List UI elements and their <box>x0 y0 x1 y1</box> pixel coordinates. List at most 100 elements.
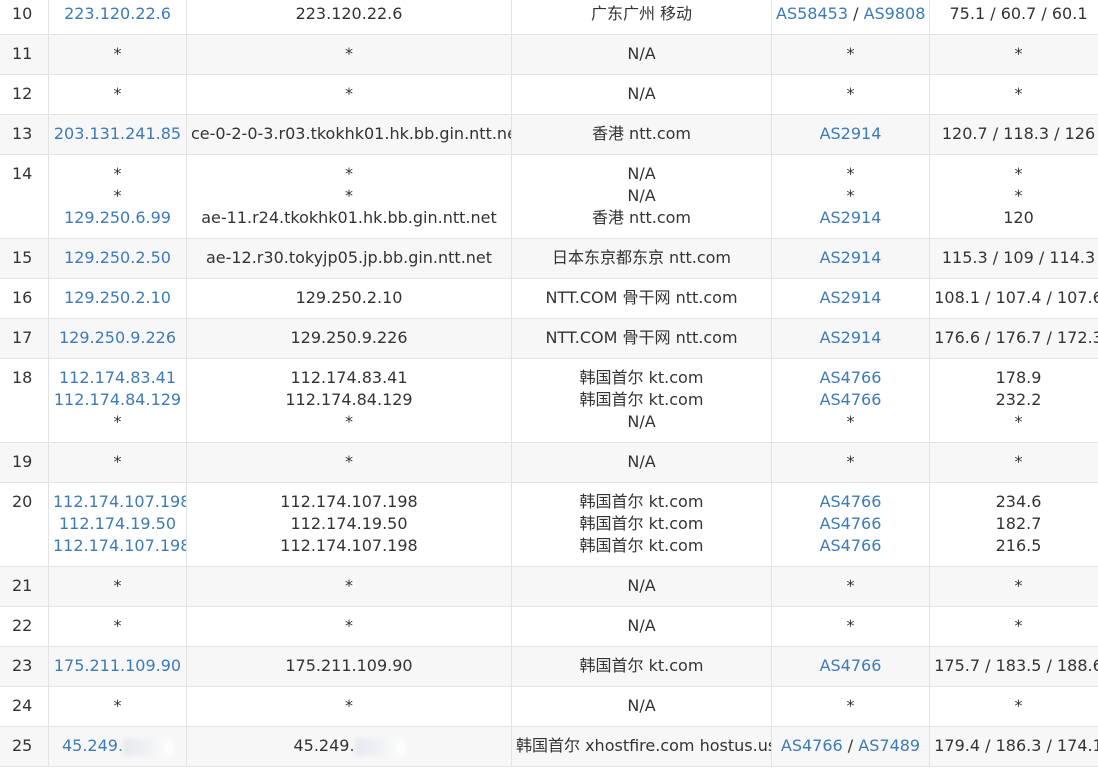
latency-text: 232.2 <box>995 390 1042 409</box>
asn-link[interactable]: AS4766 <box>820 492 882 511</box>
ip-placeholder: * <box>113 412 122 431</box>
ip-placeholder: * <box>113 576 122 595</box>
asn-link[interactable]: AS4766 <box>781 736 843 755</box>
latency-cell: 108.1 / 107.4 / 107.6 <box>929 278 1098 319</box>
ip-link[interactable]: 203.131.241.85 <box>54 124 181 143</box>
ip-link[interactable]: 112.174.84.129 <box>54 390 181 409</box>
location-cell: N/A <box>511 74 772 115</box>
latency-text: 179.4 / 186.3 / 174.1 <box>934 736 1098 755</box>
hostname-text: 223.120.22.6 <box>295 4 403 23</box>
location-cell: 韩国首尔 xhostfire.com hostus.us <box>511 726 772 767</box>
asn-cell: AS58453 / AS9808 <box>771 0 930 35</box>
ip-cell: 112.174.83.41 112.174.84.129 * <box>48 358 187 443</box>
hop-row: 18 112.174.83.41 112.174.84.129 * 112.174.83… <box>0 358 1098 443</box>
ip-line: * <box>53 615 182 637</box>
hostname-cell: 45.249. <box>186 726 512 767</box>
ip-cell: 223.120.22.6 <box>48 0 187 35</box>
hostname-text: 129.250.2.10 <box>295 288 403 307</box>
ip-link[interactable]: 112.174.107.198 <box>53 492 186 511</box>
latency-cell: 234.6 182.7 216.5 <box>929 482 1098 567</box>
latency-text: * <box>1014 44 1023 63</box>
location-text: N/A <box>627 696 656 715</box>
asn-cell: * <box>771 34 930 75</box>
latency-text: 216.5 <box>995 536 1042 555</box>
latency-cell: 75.1 / 60.7 / 60.1 <box>929 0 1098 35</box>
ip-line: 203.131.241.85 <box>53 123 182 145</box>
latency-text: * <box>1014 696 1023 715</box>
location-text: 日本东京都东京 ntt.com <box>551 248 732 267</box>
location-cell: NTT.COM 骨干网 ntt.com <box>511 318 772 359</box>
ip-link[interactable]: 129.250.6.99 <box>64 208 171 227</box>
ip-link[interactable]: 129.250.9.226 <box>59 328 176 347</box>
asn-link[interactable]: AS2914 <box>820 124 882 143</box>
traceroute-table-body: 10 223.120.22.6 223.120.22.6 广东广州 移动 AS58453… <box>0 0 1098 767</box>
asn-link[interactable]: AS4766 <box>820 390 882 409</box>
latency-text: * <box>1014 186 1023 205</box>
latency-text: 182.7 <box>995 514 1042 533</box>
ip-placeholder: * <box>113 84 122 103</box>
hostname-cell: * <box>186 442 512 483</box>
hostname-line: * <box>191 185 507 207</box>
asn-link[interactable]: AS2914 <box>820 288 882 307</box>
hop-row: 21 * * N/A * * <box>0 566 1098 607</box>
asn-link[interactable]: AS4766 <box>820 368 882 387</box>
location-text: 广东广州 移动 <box>590 4 693 23</box>
hostname-line: 223.120.22.6 <box>191 3 507 25</box>
ip-link[interactable]: 112.174.107.198 <box>53 536 186 555</box>
asn-link[interactable]: AS2914 <box>820 248 882 267</box>
hostname-line: 112.174.107.198 <box>191 535 507 557</box>
location-text: N/A <box>627 84 656 103</box>
location-text: N/A <box>627 452 656 471</box>
ip-link[interactable]: 112.174.83.41 <box>59 368 176 387</box>
asn-link[interactable]: AS4766 <box>820 656 882 675</box>
ip-placeholder: * <box>113 696 122 715</box>
hop-number: 20 <box>0 482 49 567</box>
hop-row: 12 * * N/A * * <box>0 74 1098 115</box>
location-cell: 韩国首尔 kt.com 韩国首尔 kt.com N/A <box>511 358 772 443</box>
redacted-blur <box>354 737 405 756</box>
ip-line: 45.249. <box>53 735 182 757</box>
asn-cell: * <box>771 686 930 727</box>
ip-link[interactable]: 112.174.19.50 <box>59 514 176 533</box>
asn-link[interactable]: AS58453 <box>776 4 848 23</box>
ip-cell: * <box>48 34 187 75</box>
location-text: 韩国首尔 kt.com <box>579 368 704 387</box>
ip-placeholder: * <box>113 452 122 471</box>
location-cell: NTT.COM 骨干网 ntt.com <box>511 278 772 319</box>
asn-link[interactable]: AS9808 <box>864 4 926 23</box>
hop-number: 14 <box>0 154 49 239</box>
asn-line: AS4766 <box>776 367 925 389</box>
ip-cell: 129.250.9.226 <box>48 318 187 359</box>
latency-cell: * <box>929 442 1098 483</box>
ip-link[interactable]: 129.250.2.10 <box>64 288 171 307</box>
hostname-text: 129.250.9.226 <box>290 328 408 347</box>
asn-link[interactable]: AS4766 <box>820 514 882 533</box>
ip-link[interactable]: 223.120.22.6 <box>64 4 171 23</box>
hop-number: 11 <box>0 34 49 75</box>
ip-link[interactable]: 45.249. <box>62 736 123 755</box>
hop-number: 18 <box>0 358 49 443</box>
asn-line: * <box>776 411 925 433</box>
hostname-text: * <box>345 186 353 205</box>
latency-text: 175.7 / 183.5 / 188.6 <box>934 656 1098 675</box>
asn-placeholder: * <box>846 412 855 431</box>
hostname-line: 129.250.2.10 <box>191 287 507 309</box>
location-cell: 广东广州 移动 <box>511 0 772 35</box>
asn-placeholder: * <box>846 84 855 103</box>
location-text: 韩国首尔 kt.com <box>579 492 704 511</box>
asn-line: * <box>776 185 925 207</box>
ip-link[interactable]: 129.250.2.50 <box>64 248 171 267</box>
hostname-line: ae-12.r30.tokyjp05.jp.bb.gin.ntt.net <box>191 247 507 269</box>
asn-line: * <box>776 695 925 717</box>
asn-cell: AS2914 <box>771 238 930 279</box>
asn-line: * <box>776 163 925 185</box>
asn-link[interactable]: AS2914 <box>820 208 882 227</box>
asn-cell: * <box>771 442 930 483</box>
ip-link[interactable]: 175.211.109.90 <box>54 656 181 675</box>
asn-link[interactable]: AS7489 <box>858 736 920 755</box>
asn-link[interactable]: AS2914 <box>820 328 882 347</box>
location-text: N/A <box>627 186 656 205</box>
latency-text: * <box>1014 412 1023 431</box>
asn-link[interactable]: AS4766 <box>820 536 882 555</box>
asn-line: * <box>776 575 925 597</box>
